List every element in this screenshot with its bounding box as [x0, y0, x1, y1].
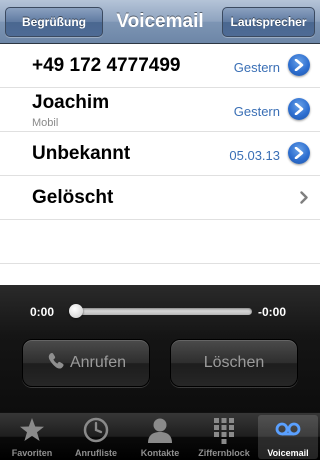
- deleted-label: Gelöscht: [32, 187, 114, 208]
- voicemail-icon: [275, 422, 301, 436]
- navigation-bar: Begrüßung Voicemail Lautsprecher: [0, 0, 320, 44]
- tab-label: Voicemail: [267, 448, 309, 458]
- clock-icon: [83, 417, 109, 443]
- empty-row: [0, 220, 320, 264]
- caller-name: +49 172 4777499: [32, 55, 181, 76]
- caller-name: Unbekannt: [32, 143, 131, 164]
- voicemail-row[interactable]: Joachim Mobil Gestern: [0, 88, 320, 132]
- caller-label: Mobil: [32, 117, 59, 129]
- deleted-row[interactable]: Gelöscht: [0, 176, 320, 220]
- voicemail-date: Gestern: [233, 104, 280, 119]
- voicemail-row[interactable]: Unbekannt 05.03.13: [0, 132, 320, 176]
- page-title: Voicemail: [116, 11, 204, 32]
- call-label: Anrufen: [69, 354, 127, 371]
- remaining-time: -0:00: [258, 305, 287, 319]
- tab-keypad[interactable]: Ziffernblock: [194, 415, 254, 459]
- tab-bar: Favoriten Anrufliste Kontakte Ziffernblo…: [0, 412, 320, 460]
- tab-label: Kontakte: [140, 448, 180, 458]
- tab-contacts[interactable]: Kontakte: [130, 415, 190, 459]
- caller-name: Joachim: [32, 92, 110, 113]
- progress-track[interactable]: [72, 308, 252, 315]
- voicemail-date: 05.03.13: [229, 148, 280, 163]
- scrubber-knob[interactable]: [69, 304, 83, 318]
- keypad-icon: [214, 418, 234, 444]
- tab-label: Ziffernblock: [198, 448, 250, 458]
- delete-button[interactable]: Löschen: [170, 339, 298, 387]
- greeting-button[interactable]: Begrüßung: [5, 7, 103, 37]
- phone-icon: [48, 352, 64, 369]
- chevron-right-icon: [300, 191, 308, 204]
- playback-panel: 0:00 -0:00 Anrufen Löschen: [0, 285, 320, 412]
- tab-favorites[interactable]: Favoriten: [2, 415, 62, 459]
- person-icon: [148, 418, 172, 443]
- tab-label: Favoriten: [11, 448, 53, 458]
- detail-disclosure-icon[interactable]: [288, 54, 310, 76]
- tab-recents[interactable]: Anrufliste: [66, 415, 126, 459]
- speaker-button[interactable]: Lautsprecher: [222, 7, 315, 37]
- detail-disclosure-icon[interactable]: [288, 98, 310, 120]
- call-button[interactable]: Anrufen: [22, 339, 150, 387]
- detail-disclosure-icon[interactable]: [288, 142, 310, 164]
- star-icon: [20, 418, 44, 441]
- tab-label: Anrufliste: [74, 448, 117, 458]
- elapsed-time: 0:00: [30, 305, 55, 319]
- voicemail-date: Gestern: [233, 60, 280, 75]
- voicemail-list: +49 172 4777499 Gestern Joachim Mobil Ge…: [0, 44, 320, 285]
- voicemail-row[interactable]: +49 172 4777499 Gestern: [0, 44, 320, 88]
- tab-voicemail[interactable]: Voicemail: [258, 415, 318, 459]
